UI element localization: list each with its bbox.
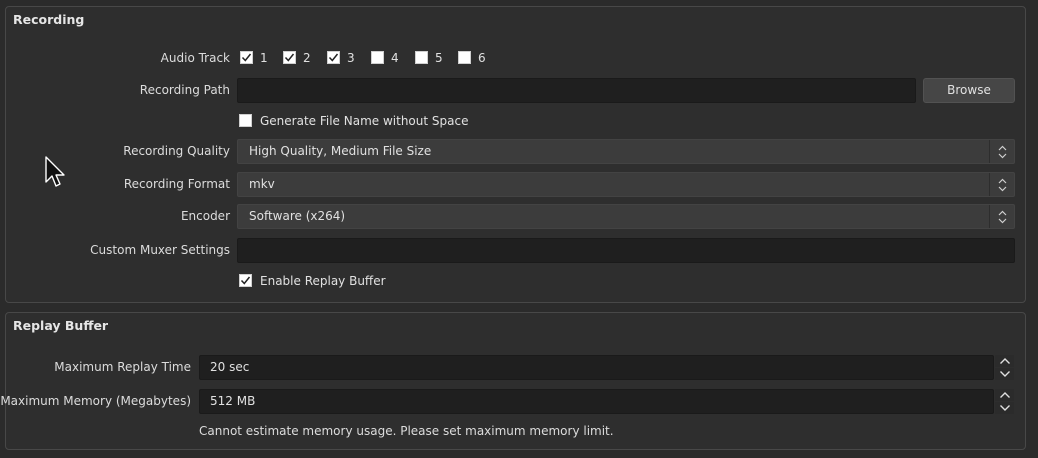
recording-format-label: Recording Format: [123, 177, 230, 191]
audio-track-label-6: 6: [478, 51, 486, 65]
audio-track-checkbox-3[interactable]: [327, 51, 340, 64]
max-replay-time-input[interactable]: 20 sec: [199, 355, 994, 380]
updown-chevron-icon: [989, 205, 1014, 228]
filename-nospace-label: Generate File Name without Space: [260, 114, 469, 128]
recording-quality-select[interactable]: High Quality, Medium File Size: [237, 139, 1015, 164]
audio-track-label-5: 5: [435, 51, 443, 65]
max-memory-spinner[interactable]: [995, 389, 1015, 414]
max-memory-input[interactable]: 512 MB: [199, 389, 994, 414]
custom-muxer-input[interactable]: [237, 238, 1015, 263]
audio-track-label-2: 2: [303, 51, 311, 65]
recording-path-input[interactable]: [237, 78, 916, 103]
enable-replay-buffer-label: Enable Replay Buffer: [260, 274, 386, 288]
audio-track-label: Audio Track: [160, 51, 230, 65]
recording-quality-label: Recording Quality: [123, 144, 230, 158]
updown-chevron-icon: [989, 140, 1014, 163]
chevron-down-icon[interactable]: [995, 368, 1014, 380]
audio-track-checkbox-6[interactable]: [458, 51, 471, 64]
enable-replay-buffer-checkbox[interactable]: [239, 274, 252, 287]
encoder-label: Encoder: [180, 209, 230, 223]
max-memory-label: Maximum Memory (Megabytes): [0, 394, 191, 408]
chevron-down-icon[interactable]: [995, 402, 1014, 414]
recording-format-value: mkv: [249, 177, 275, 191]
replay-buffer-group-title: Replay Buffer: [13, 318, 109, 333]
check-icon: [241, 53, 252, 62]
audio-track-checkbox-5[interactable]: [415, 51, 428, 64]
custom-muxer-label: Custom Muxer Settings: [90, 243, 230, 257]
check-icon: [240, 276, 251, 285]
chevron-up-icon[interactable]: [995, 355, 1014, 367]
encoder-select[interactable]: Software (x264): [237, 204, 1015, 229]
chevron-up-icon[interactable]: [995, 389, 1014, 401]
updown-chevron-icon: [989, 173, 1014, 196]
check-icon: [328, 53, 339, 62]
audio-track-checkbox-2[interactable]: [283, 51, 296, 64]
max-replay-time-spinner[interactable]: [995, 355, 1015, 380]
recording-format-select[interactable]: mkv: [237, 172, 1015, 197]
audio-track-checkbox-4[interactable]: [371, 51, 384, 64]
encoder-value: Software (x264): [249, 209, 346, 223]
browse-button[interactable]: Browse: [923, 78, 1015, 103]
filename-nospace-checkbox[interactable]: [239, 114, 252, 127]
max-replay-time-label: Maximum Replay Time: [54, 360, 191, 374]
recording-quality-value: High Quality, Medium File Size: [249, 144, 432, 158]
memory-estimate-note: Cannot estimate memory usage. Please set…: [199, 424, 614, 438]
audio-track-label-4: 4: [391, 51, 399, 65]
check-icon: [284, 53, 295, 62]
recording-group-title: Recording: [13, 12, 85, 27]
audio-track-checkbox-1[interactable]: [240, 51, 253, 64]
audio-track-label-1: 1: [260, 51, 268, 65]
audio-track-label-3: 3: [347, 51, 355, 65]
recording-path-label: Recording Path: [139, 83, 230, 97]
mouse-cursor-icon: [44, 156, 66, 193]
